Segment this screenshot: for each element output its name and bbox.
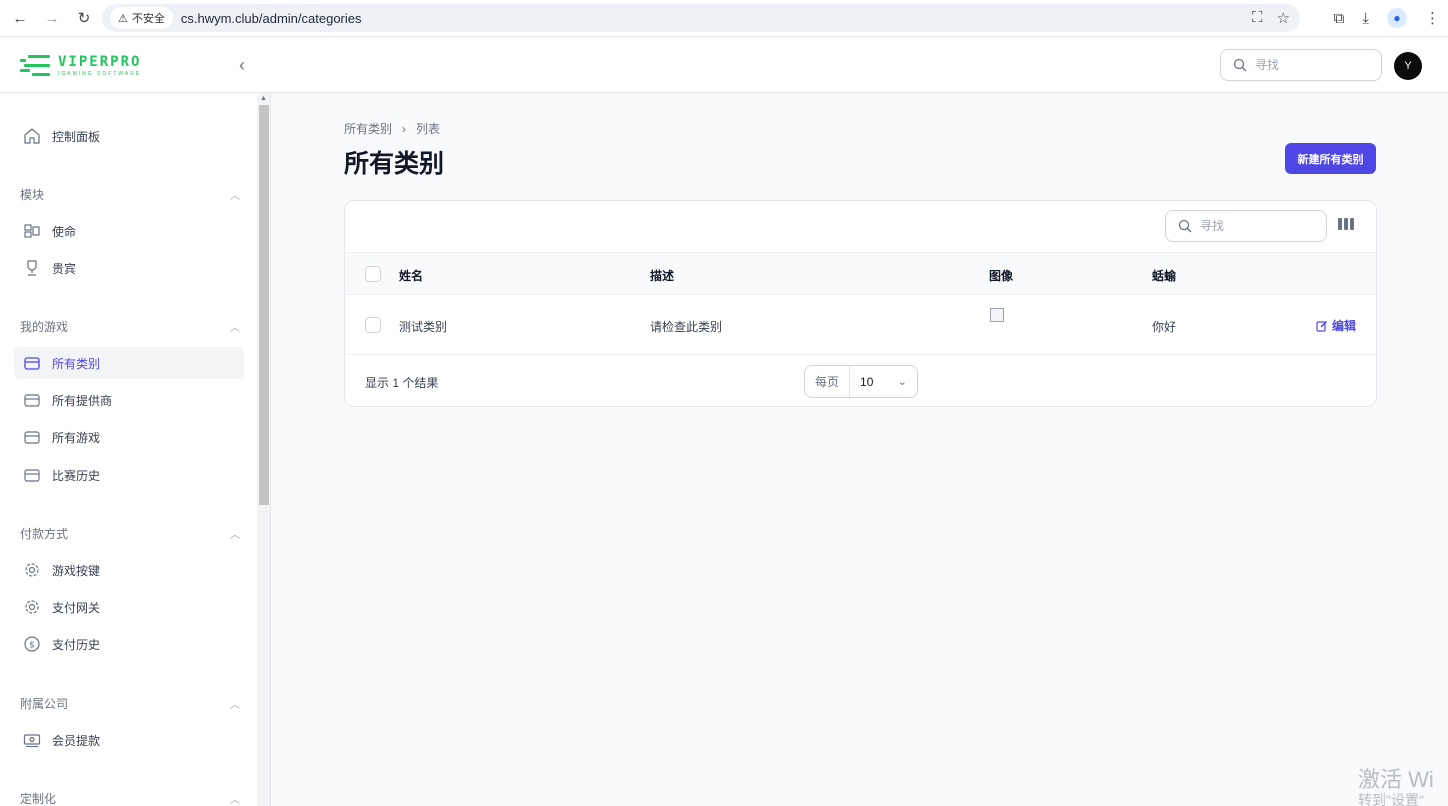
breadcrumb-item[interactable]: 所有类别 [344,120,392,137]
breadcrumb-item: 列表 [416,122,441,136]
edit-button[interactable]: 编辑 [1316,317,1356,334]
scroll-up-icon[interactable]: ▲ [260,95,267,102]
per-page-label: 每页 [805,366,851,397]
folder-icon [22,427,42,447]
column-header-name[interactable]: 姓名 [399,267,423,284]
layout-icon [22,221,42,241]
chevron-up-icon: ︿ [230,700,240,711]
sidebar-item-vip[interactable]: 贵宾 [14,252,244,284]
home-icon [22,126,42,146]
sidebar-item-payment-history[interactable]: $ 支付历史 [14,628,244,660]
folder-icon [22,390,42,410]
address-bar[interactable]: ⚠ 不安全 cs.hwym.club/admin/categories ⛶ ☆ [102,4,1300,32]
section-payment-methods[interactable]: 付款方式 ︿ [20,525,240,542]
back-icon[interactable]: ← [6,4,34,32]
select-all-checkbox[interactable] [365,266,381,282]
column-header-slug[interactable]: 蛞蝓 [1152,267,1176,284]
chevron-up-icon: ︿ [230,530,240,541]
scroll-thumb[interactable] [259,105,269,505]
section-affiliates[interactable]: 附属公司 ︿ [20,695,240,712]
sidebar-scrollbar[interactable]: ▲ [257,93,270,806]
browser-toolbar: ← → ↻ ⚠ 不安全 cs.hwym.club/admin/categorie… [0,0,1448,37]
chevron-down-icon: ⌄ [897,376,907,388]
cash-icon [22,730,42,750]
page-title: 所有类别 [344,150,445,178]
cell-name: 测试类别 [399,320,448,334]
row-checkbox[interactable] [365,317,381,333]
profile-icon[interactable]: ● [1387,8,1407,28]
sidebar-item-all-games[interactable]: 所有游戏 [14,421,244,453]
forward-icon[interactable]: → [38,4,66,32]
trophy-icon [22,258,42,278]
logo-title: VIPERPRO [58,54,142,70]
sidebar-item-match-history[interactable]: 比赛历史 [14,459,244,491]
logo-mark-icon [20,55,52,77]
sidebar-item-dashboard[interactable]: 控制面板 [14,120,244,152]
categories-table: 姓名 描述 图像 蛞蝓 测试类别 请检查此类别 你好 编辑 显示 1 个结果 每… [344,200,1377,407]
user-avatar[interactable]: Y [1394,52,1422,80]
global-search-input[interactable] [1255,58,1365,72]
per-page-value: 10 [860,374,874,389]
sidebar: 控制面板 模块 ︿ 使命 贵宾 我的游戏 ︿ 所有类别 所有提供商 所有游戏 比… [0,93,271,806]
section-my-games[interactable]: 我的游戏 ︿ [20,318,240,335]
reload-icon[interactable]: ↻ [70,4,98,32]
chevron-right-icon: › [402,121,407,136]
cell-description: 请检查此类别 [650,320,723,334]
extensions-icon[interactable]: ⧉ [1334,10,1345,27]
chevron-up-icon: ︿ [230,191,240,202]
gear-icon [22,560,42,580]
chevron-up-icon: ︿ [230,795,240,806]
new-category-button[interactable]: 新建所有类别 [1285,143,1376,174]
folder-icon [22,353,42,373]
result-count: 显示 1 个结果 [365,376,439,390]
gear-icon [22,597,42,617]
section-modules[interactable]: 模块 ︿ [20,186,240,203]
search-icon [1233,58,1247,72]
warning-icon: ⚠ [118,12,128,25]
column-header-image[interactable]: 图像 [989,267,1013,284]
global-search[interactable] [1220,49,1382,81]
sidebar-item-missions[interactable]: 使命 [14,215,244,247]
breadcrumb: 所有类别 › 列表 [344,120,440,137]
logo-subtitle: IGAMING SOFTWARE [58,71,142,77]
security-indicator[interactable]: ⚠ 不安全 [110,7,173,29]
broken-image-icon [990,308,1004,322]
sidebar-collapse-button[interactable]: ‹ [232,53,252,77]
app-header: VIPERPRO IGAMING SOFTWARE ‹ Y [0,37,1448,93]
url-text: cs.hwym.club/admin/categories [180,10,362,26]
menu-kebab-icon[interactable]: ⋮ [1425,9,1440,27]
sidebar-item-member-withdrawals[interactable]: 会员提款 [14,724,244,756]
table-search[interactable] [1165,210,1327,242]
sidebar-item-all-categories[interactable]: 所有类别 [14,347,244,379]
sidebar-item-payment-gateway[interactable]: 支付网关 [14,591,244,623]
folder-icon [22,465,42,485]
translate-icon[interactable]: ⛶ [1252,9,1263,27]
search-icon [1178,219,1192,233]
sidebar-item-all-providers[interactable]: 所有提供商 [14,384,244,416]
svg-text:$: $ [29,641,35,651]
download-icon[interactable]: ⤓ [1362,10,1369,27]
per-page-select[interactable]: 每页 10 ⌄ [804,365,918,398]
windows-activation-hint: 转到"设置" [1358,792,1424,806]
edit-icon [1316,320,1328,332]
table-search-input[interactable] [1200,219,1310,233]
sidebar-item-game-keys[interactable]: 游戏按键 [14,554,244,586]
column-header-description[interactable]: 描述 [650,267,674,284]
logo[interactable]: VIPERPRO IGAMING SOFTWARE [20,55,141,77]
table-footer: 显示 1 个结果 每页 10 ⌄ [345,355,1376,406]
cell-slug: 你好 [1152,320,1177,334]
columns-toggle-icon[interactable] [1338,218,1356,234]
dollar-circle-icon: $ [22,634,42,654]
table-row: 测试类别 请检查此类别 你好 编辑 [345,295,1376,355]
section-customization[interactable]: 定制化 ︿ [20,790,240,806]
bookmark-star-icon[interactable]: ☆ [1277,9,1290,27]
chevron-up-icon: ︿ [230,323,240,334]
table-header: 姓名 描述 图像 蛞蝓 [345,252,1376,295]
